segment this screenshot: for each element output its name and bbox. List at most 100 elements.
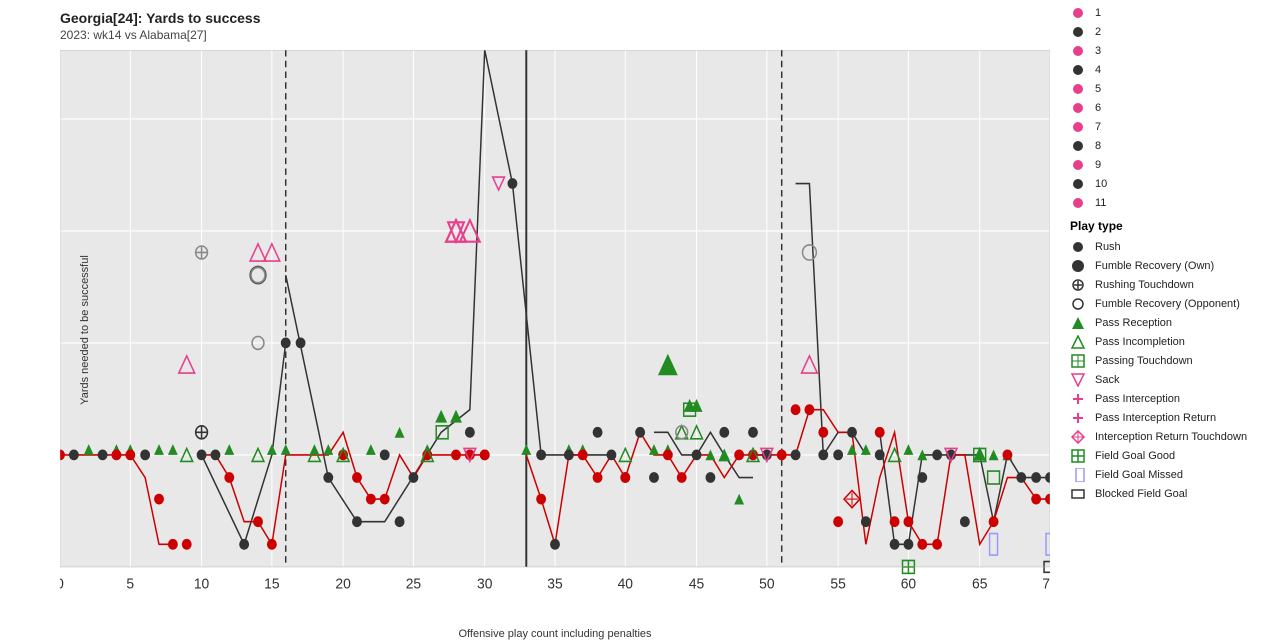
legend-fumble-own: Fumble Recovery (Own) xyxy=(1070,258,1270,274)
legend-pass-reception: Pass Reception xyxy=(1070,315,1270,331)
legend-item-7: 7 xyxy=(1070,119,1270,135)
legend-int-return-td: Interception Return Touchdown xyxy=(1070,429,1270,445)
pass-incompletion-label: Pass Incompletion xyxy=(1095,334,1185,350)
legend-numbers-section: 1 2 3 4 xyxy=(1070,5,1270,211)
svg-text:0: 0 xyxy=(60,576,64,593)
legend-item-11: 11 xyxy=(1070,195,1270,211)
pass-interception-icon xyxy=(1070,391,1090,407)
svg-text:35: 35 xyxy=(547,576,562,593)
legend-label-6: 6 xyxy=(1095,100,1101,116)
legend-passing-td: Passing Touchdown xyxy=(1070,353,1270,369)
legend-icon-6 xyxy=(1070,100,1090,116)
play-type-header: Play type xyxy=(1070,219,1270,233)
legend-icon-8 xyxy=(1070,138,1090,154)
legend-label-10: 10 xyxy=(1095,176,1107,192)
legend-sack: Sack xyxy=(1070,372,1270,388)
rush-icon xyxy=(1070,239,1090,255)
svg-text:5: 5 xyxy=(126,576,134,593)
svg-text:20: 20 xyxy=(335,576,350,593)
fumble-opp-label: Fumble Recovery (Opponent) xyxy=(1095,296,1240,312)
legend-playtypes-section: Rush Fumble Recovery (Own) Rushing Touch… xyxy=(1070,239,1270,502)
svg-text:40: 40 xyxy=(618,576,633,593)
x-axis-label: Offensive play count including penalties xyxy=(458,628,651,640)
legend-item-5: 5 xyxy=(1070,81,1270,97)
passing-td-icon xyxy=(1070,353,1090,369)
legend-rush: Rush xyxy=(1070,239,1270,255)
plot-container: Yards needed to be successful xyxy=(60,50,1050,610)
fg-good-icon xyxy=(1070,448,1090,464)
legend-pass-interception-return: Pass Interception Return xyxy=(1070,410,1270,426)
legend-label-9: 9 xyxy=(1095,157,1101,173)
legend-label-4: 4 xyxy=(1095,62,1101,78)
y-axis-label: Yards needed to be successful xyxy=(79,255,91,405)
fumble-opp-icon xyxy=(1070,296,1090,312)
fg-missed-label: Field Goal Missed xyxy=(1095,467,1183,483)
svg-text:55: 55 xyxy=(830,576,845,593)
pass-reception-icon xyxy=(1070,315,1090,331)
legend-fg-missed: Field Goal Missed xyxy=(1070,467,1270,483)
legend-pass-interception: Pass Interception xyxy=(1070,391,1270,407)
fumble-own-icon xyxy=(1070,258,1090,274)
svg-text:60: 60 xyxy=(901,576,916,593)
svg-text:45: 45 xyxy=(689,576,704,593)
rush-label: Rush xyxy=(1095,239,1121,255)
svg-text:65: 65 xyxy=(972,576,987,593)
legend-icon-2 xyxy=(1070,24,1090,40)
svg-text:15: 15 xyxy=(264,576,279,593)
legend-pass-incompletion: Pass Incompletion xyxy=(1070,334,1270,350)
legend-icon-9 xyxy=(1070,157,1090,173)
legend-item-4: 4 xyxy=(1070,62,1270,78)
legend-item-1: 1 xyxy=(1070,5,1270,21)
legend-item-2: 2 xyxy=(1070,24,1270,40)
blocked-fg-label: Blocked Field Goal xyxy=(1095,486,1187,502)
legend-blocked-fg: Blocked Field Goal xyxy=(1070,486,1270,502)
chart-subtitle: 2023: wk14 vs Alabama[27] xyxy=(60,28,1050,42)
fg-good-label: Field Goal Good xyxy=(1095,448,1175,464)
svg-text:50: 50 xyxy=(759,576,774,593)
pass-interception-return-icon xyxy=(1070,410,1090,426)
legend-icon-3 xyxy=(1070,43,1090,59)
sack-icon xyxy=(1070,372,1090,388)
int-return-td-icon xyxy=(1070,429,1090,445)
pass-reception-label: Pass Reception xyxy=(1095,315,1172,331)
legend-icon-4 xyxy=(1070,62,1090,78)
legend-label-7: 7 xyxy=(1095,119,1101,135)
legend-icon-7 xyxy=(1070,119,1090,135)
legend-item-6: 6 xyxy=(1070,100,1270,116)
blocked-fg-icon xyxy=(1070,486,1090,502)
legend-label-3: 3 xyxy=(1095,43,1101,59)
legend-item-9: 9 xyxy=(1070,157,1270,173)
chart-title: Georgia[24]: Yards to success xyxy=(60,10,1050,26)
main-container: Georgia[24]: Yards to success 2023: wk14… xyxy=(0,0,1280,640)
legend-icon-10 xyxy=(1070,176,1090,192)
pass-interception-return-label: Pass Interception Return xyxy=(1095,410,1216,426)
legend-item-8: 8 xyxy=(1070,138,1270,154)
legend-item-3: 3 xyxy=(1070,43,1270,59)
chart-area: Georgia[24]: Yards to success 2023: wk14… xyxy=(0,0,1060,640)
legend-area: 1 2 3 4 xyxy=(1060,0,1280,640)
passing-td-label: Passing Touchdown xyxy=(1095,353,1193,369)
pass-incompletion-icon xyxy=(1070,334,1090,350)
svg-text:30: 30 xyxy=(477,576,492,593)
fumble-own-label: Fumble Recovery (Own) xyxy=(1095,258,1214,274)
legend-fumble-opp: Fumble Recovery (Opponent) xyxy=(1070,296,1270,312)
rushing-td-icon xyxy=(1070,277,1090,293)
legend-label-11: 11 xyxy=(1095,195,1106,211)
legend-rushing-td: Rushing Touchdown xyxy=(1070,277,1270,293)
svg-text:10: 10 xyxy=(194,576,209,593)
legend-label-2: 2 xyxy=(1095,24,1101,40)
legend-fg-good: Field Goal Good xyxy=(1070,448,1270,464)
pass-interception-label: Pass Interception xyxy=(1095,391,1180,407)
legend-label-8: 8 xyxy=(1095,138,1101,154)
fg-missed-icon xyxy=(1070,467,1090,483)
legend-item-10: 10 xyxy=(1070,176,1270,192)
int-return-td-label: Interception Return Touchdown xyxy=(1095,429,1247,445)
rushing-td-label: Rushing Touchdown xyxy=(1095,277,1194,293)
legend-label-1: 1 xyxy=(1095,5,1101,21)
svg-text:70: 70 xyxy=(1042,576,1050,593)
sack-label: Sack xyxy=(1095,372,1119,388)
svg-text:25: 25 xyxy=(406,576,421,593)
legend-icon-11 xyxy=(1070,195,1090,211)
legend-label-5: 5 xyxy=(1095,81,1101,97)
legend-icon-1 xyxy=(1070,5,1090,21)
